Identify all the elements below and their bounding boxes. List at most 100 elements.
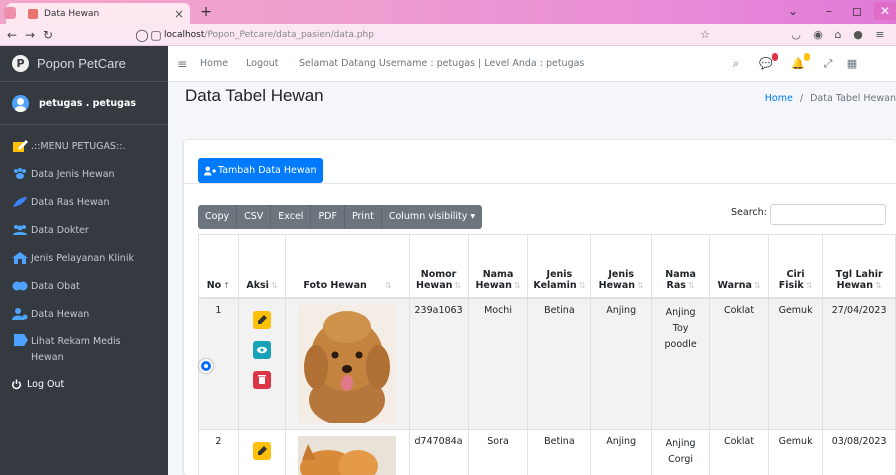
feather-icon [13,197,27,207]
edit-button[interactable] [253,442,271,460]
pdf-button[interactable]: PDF [311,205,345,229]
browser-tab[interactable]: Data Hewan × [4,3,190,24]
page-title: Data Tabel Hewan [185,86,324,105]
avatar [12,95,29,112]
fullscreen-icon[interactable]: ⤢ [820,56,836,72]
control-sidebar-icon[interactable]: ▦ [844,56,860,72]
col-header-ciri[interactable]: Ciri Fisik ⇅ [767,234,824,299]
power-icon [12,379,21,390]
cell-ciri: Gemuk [767,429,824,475]
hamburger-icon[interactable]: ≡ [177,46,187,82]
content-header: Data Tabel Hewan Home / Data Tabel Hewan [168,82,896,116]
view-button[interactable] [253,340,271,359]
nav-home-link[interactable]: Home [200,46,228,82]
page-icon: ▢ [150,28,162,42]
col-header-aksi[interactable]: Aksi ⇅ [237,234,287,299]
extensions-icon[interactable]: ⌂ [830,27,846,43]
sidebar-item-label: Data Obat [31,280,80,292]
hewan-table: No ↑ Aksi ⇅ Foto Hewan ⇅ Nomor Hewan ⇅ Nama … [198,234,896,475]
row-expand-icon[interactable] [199,359,213,373]
sidebar-item-obat[interactable]: Data Obat [0,272,168,300]
cell-aksi [237,297,287,430]
user-pet-icon [12,308,28,320]
cell-tgl: 27/04/2023 [822,297,896,430]
cell-foto [285,297,410,430]
maximize-icon[interactable]: ◻ [846,2,868,20]
brand-link[interactable]: P Popon PetCare [0,46,168,82]
sidebar: P Popon PetCare petugas . petugas .::MEN… [0,46,168,475]
sidebar-item-logout[interactable]: Log Out [0,370,168,398]
table-header-row: No ↑ Aksi ⇅ Foto Hewan ⇅ Nomor Hewan ⇅ Nama … [198,234,896,299]
pocket-icon[interactable]: ◡ [788,27,804,43]
cell-ras: Anjing Toy poodle [651,297,711,430]
sidebar-item-dokter[interactable]: Data Dokter [0,216,168,244]
nav-logout-link[interactable]: Logout [246,46,279,82]
notifications-badge [804,53,810,61]
sidebar-menu: .::MENU PETUGAS::. Data Jenis Hewan Data… [0,132,168,398]
messages-icon[interactable]: 💬 [758,53,778,72]
col-header-jenis[interactable]: Jenis Hewan ⇅ [590,234,653,299]
sidebar-item-hewan[interactable]: Data Hewan [0,300,168,328]
delete-button[interactable] [253,370,271,389]
col-header-no[interactable]: No ↑ [198,234,239,299]
brand-text: Popon PetCare [37,56,126,71]
tab-list-icon[interactable]: ⌄ [782,2,804,20]
tab-close-icon[interactable]: × [174,7,184,21]
card-header: Tambah Data Hewan [184,140,896,184]
sidebar-item-ras-hewan[interactable]: Data Ras Hewan [0,188,168,216]
col-header-warna[interactable]: Warna ⇅ [709,234,769,299]
user-panel[interactable]: petugas . petugas [0,83,168,125]
cell-warna: Coklat [709,297,769,430]
cell-no: 2 [198,429,239,475]
sidebar-item-rekam-medis[interactable]: Lihat Rekam Medis Hewan [0,328,168,368]
sidebar-item-jenis-hewan[interactable]: Data Jenis Hewan [0,160,168,188]
paw-icon [14,168,26,179]
copy-button[interactable]: Copy [198,205,238,229]
close-window-icon[interactable]: ✕ [874,2,896,20]
addon-icon[interactable]: ● [850,27,866,43]
cell-jenis: Anjing [590,297,653,430]
url-field[interactable]: localhost/Popon_Petcare/data_pasien/data… [164,27,374,43]
cell-jenis: Anjing [590,429,653,475]
browser-menu-icon[interactable] [4,7,16,19]
user-name: petugas . petugas [39,98,137,109]
new-tab-icon[interactable]: + [197,3,215,21]
table-row: 1 239a1063 Mochi Betina Anjing Anjing To… [198,297,896,430]
cell-foto [285,429,410,475]
col-header-tgl[interactable]: Tgl Lahir Hewan ⇅ [822,234,896,299]
messages-badge [772,53,778,61]
table-row: 2 d747084a Sora Betina Anjing Anjing Cor… [198,429,896,475]
sidebar-item-label: Jenis Pelayanan Klinik [31,252,134,264]
column-visibility-button[interactable]: Column visibility ▾ [382,205,482,229]
csv-button[interactable]: CSV [237,205,272,229]
edit-icon [258,314,267,324]
forward-icon[interactable]: → [22,27,38,43]
back-icon[interactable]: ← [4,27,20,43]
col-header-ras[interactable]: Nama Ras ⇅ [651,234,711,299]
cell-tgl: 03/08/2023 [822,429,896,475]
sidebar-item-pelayanan[interactable]: Jenis Pelayanan Klinik [0,244,168,272]
trash-icon [258,374,266,384]
tab-title: Data Hewan [44,8,100,19]
col-header-nomor[interactable]: Nomor Hewan ⇅ [408,234,469,299]
breadcrumb-home[interactable]: Home [765,93,793,104]
account-icon[interactable]: ◉ [810,27,826,43]
edit-button[interactable] [253,310,271,329]
col-header-kelamin[interactable]: Jenis Kelamin ⇅ [527,234,592,299]
search-icon[interactable]: ⌕ [728,56,744,72]
add-hewan-button[interactable]: Tambah Data Hewan [198,158,323,183]
excel-button[interactable]: Excel [271,205,312,229]
edit-icon [13,140,28,152]
bookmark-star-icon[interactable]: ☆ [697,27,713,43]
search-input[interactable] [770,204,886,225]
col-header-foto[interactable]: Foto Hewan ⇅ [285,234,410,299]
menu-icon[interactable]: ≡ [872,27,888,43]
col-header-nama[interactable]: Nama Hewan ⇅ [467,234,529,299]
reload-icon[interactable]: ↻ [40,27,56,43]
minimize-icon[interactable]: – [818,2,840,20]
notifications-icon[interactable]: 🔔 [790,53,810,72]
print-button[interactable]: Print [345,205,382,229]
search-label: Search: [731,207,767,218]
user-plus-icon [204,166,216,175]
brand-logo-icon: P [12,55,29,72]
